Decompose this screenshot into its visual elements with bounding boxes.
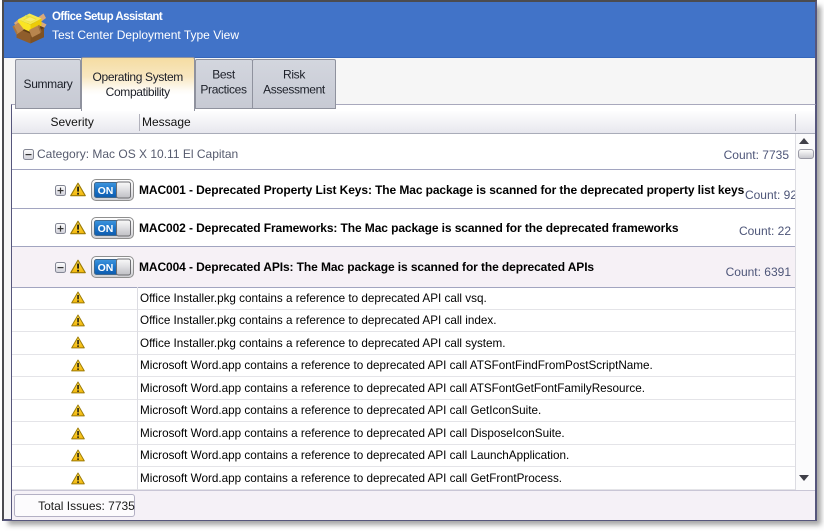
svg-text:ON: ON — [98, 185, 114, 197]
svg-text:ON: ON — [98, 223, 114, 235]
svg-text:ON: ON — [98, 262, 114, 274]
